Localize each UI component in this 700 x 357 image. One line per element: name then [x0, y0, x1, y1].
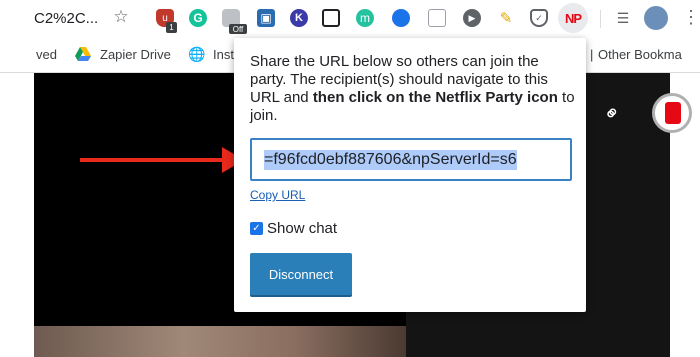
browser-toolbar: C2%2C... ☆ u 1 G Off ▣ K m ▶ ✎ ✓ NP ☰ ⋮ [0, 0, 700, 38]
netflix-party-page-button[interactable] [652, 93, 692, 133]
ublock-badge: 1 [166, 22, 177, 33]
pip-icon[interactable] [322, 9, 340, 27]
bookmark-other[interactable]: Other Bookma [598, 47, 682, 62]
play-icon[interactable]: ▶ [463, 9, 481, 27]
page-left-margin [0, 73, 34, 357]
pocket-icon[interactable]: ✓ [530, 9, 548, 27]
disconnect-button[interactable]: Disconnect [250, 253, 352, 295]
video-frame-image [34, 326, 406, 357]
address-bar-url[interactable]: C2%2C... [34, 10, 98, 27]
queue-icon[interactable]: ☰ [614, 9, 632, 27]
show-chat-checkbox[interactable]: ✓ [250, 222, 263, 235]
bookmark-separator: | [590, 47, 594, 62]
broom-icon[interactable]: ✎ [497, 9, 515, 27]
copy-url-link[interactable]: Copy URL [250, 188, 305, 202]
netflix-party-icon: NP [564, 10, 582, 26]
share-url-input[interactable]: =f96fcd0ebf887606&npServerId=s6 [264, 150, 517, 170]
toolbar-divider [600, 10, 601, 28]
profile-avatar[interactable] [644, 6, 668, 30]
grammarly-icon[interactable]: G [189, 9, 207, 27]
netflix-party-popup: Share the URL below so others can join t… [234, 38, 586, 312]
k-icon[interactable]: K [290, 9, 308, 27]
bookmark-zapier-drive[interactable]: Zapier Drive [100, 47, 171, 62]
off-badge: Off [229, 24, 247, 34]
eye-icon[interactable] [392, 9, 410, 27]
doc-icon[interactable] [428, 9, 446, 27]
google-drive-icon [75, 47, 91, 61]
share-url-field[interactable]: =f96fcd0ebf887606&npServerId=s6 [250, 138, 572, 181]
bookmark-saved[interactable]: ved [36, 47, 57, 62]
show-chat-label: Show chat [267, 220, 338, 237]
menu-dots-icon[interactable]: ⋮ [682, 7, 700, 28]
show-chat-row[interactable]: ✓ Show chat [250, 220, 337, 237]
annotation-arrow-shaft [80, 158, 230, 162]
share-instructions: Share the URL below so others can join t… [250, 53, 575, 124]
globe-icon: 🌐 [188, 46, 206, 62]
bookmark-inst[interactable]: Inst [213, 47, 234, 62]
m-icon[interactable]: m [356, 9, 374, 27]
netflix-party-extension-button[interactable]: NP [558, 3, 588, 33]
netflix-party-logo-icon [665, 102, 681, 124]
book-icon[interactable]: ▣ [257, 9, 275, 27]
bookmark-star-icon[interactable]: ☆ [112, 7, 130, 26]
